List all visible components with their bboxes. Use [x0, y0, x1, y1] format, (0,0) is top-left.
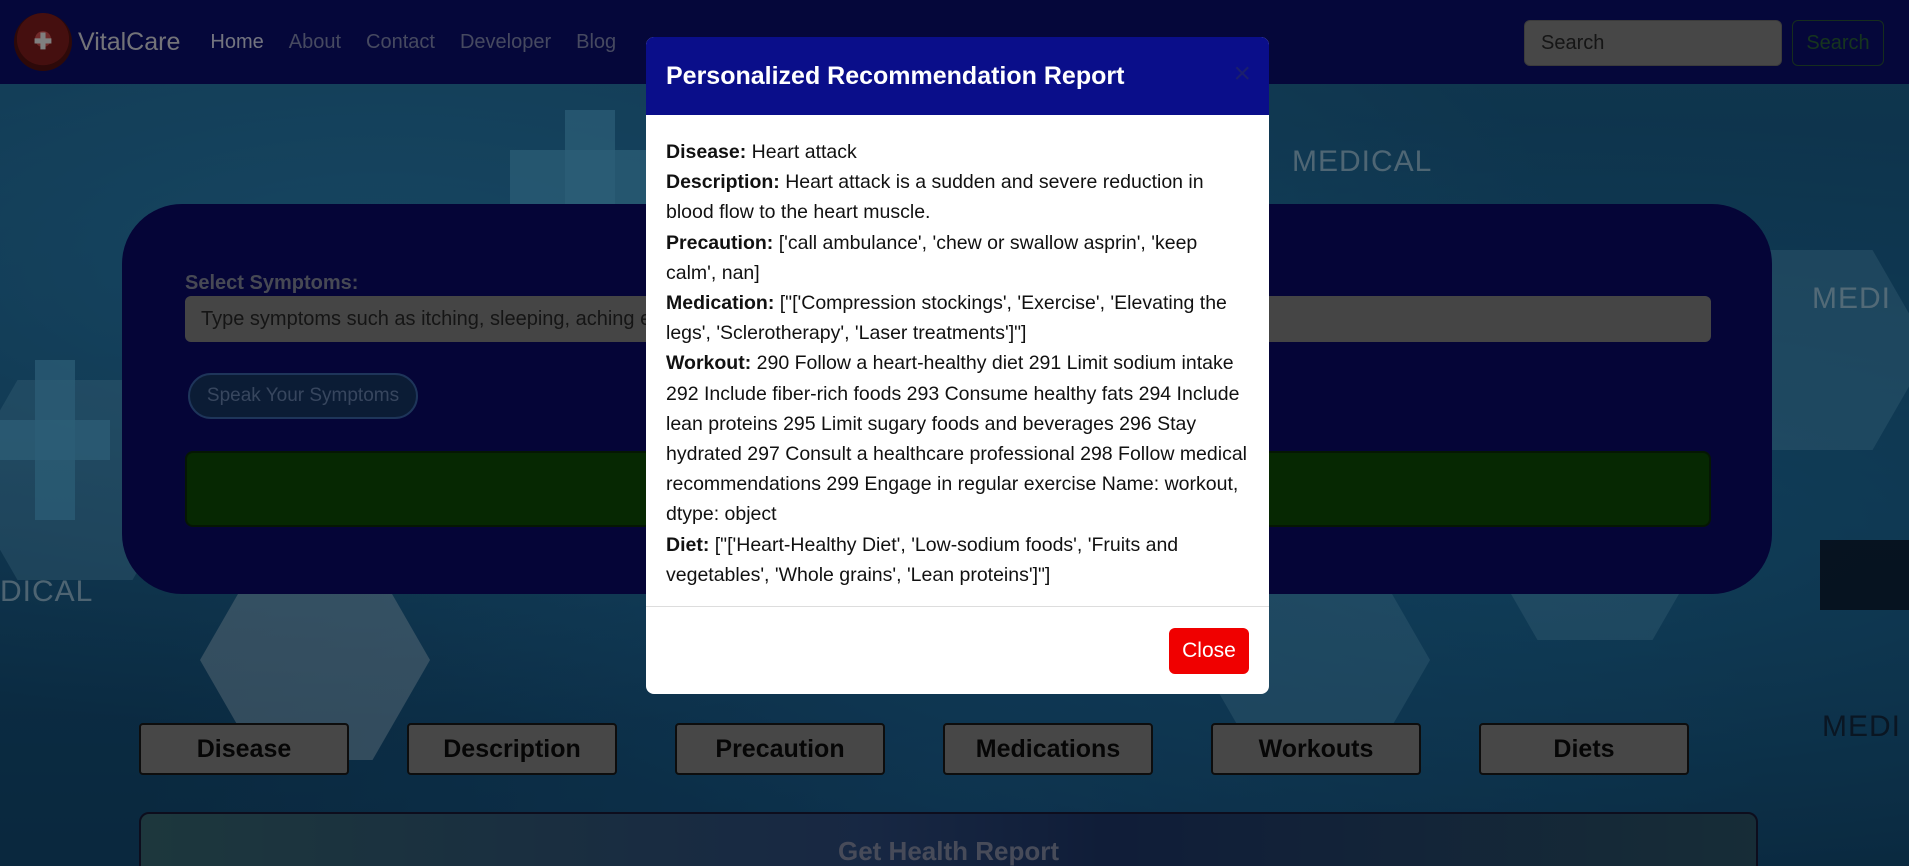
recommendation-modal: Personalized Recommendation Report × Dis…: [646, 37, 1269, 694]
modal-body: Disease: Heart attack Description: Heart…: [646, 115, 1269, 606]
field-label: Disease:: [666, 141, 747, 163]
modal-header: Personalized Recommendation Report ×: [646, 37, 1269, 115]
field-label: Diet:: [666, 533, 710, 556]
field-label: Precaution:: [666, 231, 774, 254]
modal-title: Personalized Recommendation Report: [666, 61, 1125, 90]
close-button[interactable]: Close: [1169, 628, 1249, 674]
diet-field: Diet: ["['Heart-Healthy Diet', 'Low-sodi…: [666, 530, 1249, 590]
field-value: 290 Follow a heart-healthy diet 291 Limi…: [666, 352, 1248, 526]
field-label: Workout:: [666, 352, 752, 375]
workout-field: Workout: 290 Follow a heart-healthy diet…: [666, 348, 1249, 529]
field-label: Medication:: [666, 292, 775, 315]
close-icon[interactable]: ×: [1233, 59, 1251, 89]
description-field: Description: Heart attack is a sudden an…: [666, 167, 1249, 227]
field-value: Heart attack: [751, 141, 857, 163]
field-label: Description:: [666, 171, 780, 194]
field-value: ["['Heart-Healthy Diet', 'Low-sodium foo…: [666, 533, 1179, 586]
precaution-field: Precaution: ['call ambulance', 'chew or …: [666, 228, 1249, 288]
disease-field: Disease: Heart attack: [666, 137, 1249, 167]
medication-field: Medication: ["['Compression stockings', …: [666, 288, 1249, 348]
modal-footer: Close: [646, 606, 1269, 694]
